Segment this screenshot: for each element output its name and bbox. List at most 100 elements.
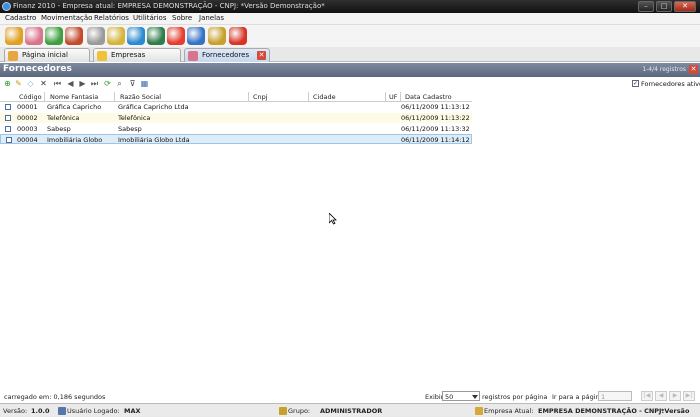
next-icon[interactable]: ▶ (78, 79, 87, 88)
delete-icon[interactable]: ✕ (39, 79, 48, 88)
goto-page-value: 1 (601, 393, 606, 401)
coins-icon[interactable] (5, 27, 23, 45)
pen-icon[interactable] (87, 27, 105, 45)
export-icon[interactable]: ▦ (140, 79, 149, 88)
goto-label: Ir para a página (552, 393, 604, 401)
pie-chart-icon[interactable] (167, 27, 185, 45)
menu-utilitarios[interactable]: Utilitários (133, 14, 167, 22)
people-icon (188, 51, 198, 61)
row-checkbox[interactable] (5, 104, 11, 110)
menu-bar: Cadastro Movimentação Relatórios Utilitá… (0, 13, 700, 25)
window-title: Finanz 2010 - Empresa atual: EMPRESA DEM… (13, 2, 325, 10)
edit-icon[interactable]: ✎ (14, 79, 23, 88)
globe-arrows-icon[interactable] (45, 27, 63, 45)
cell-codigo: 00004 (17, 136, 38, 144)
next-page-button[interactable]: ▶ (669, 391, 681, 401)
table-row[interactable]: 00001 Gráfica Capricho Gráfica Capricho … (0, 102, 472, 112)
tab-strip: Página inicial Empresas Fornecedores ✕ (0, 47, 700, 62)
window-titlebar: Finanz 2010 - Empresa atual: EMPRESA DEM… (0, 0, 700, 13)
checkbox-icon[interactable]: ✓ (632, 80, 639, 87)
user-value: MAX (124, 407, 141, 415)
chevron-down-icon (472, 395, 478, 399)
user-icon (58, 407, 66, 415)
erase-icon[interactable]: ◇ (26, 79, 35, 88)
first-icon[interactable]: ⏮ (53, 79, 62, 88)
filter-icon[interactable]: ⊽ (128, 79, 137, 88)
refresh-money-icon[interactable] (127, 27, 145, 45)
tab-fornecedores[interactable]: Fornecedores ✕ (184, 48, 270, 62)
table-row-selected[interactable]: 00004 Imobiliária Globo Imobiliária Glob… (0, 134, 472, 144)
col-nome-fantasia[interactable]: Nome Fantasia (50, 93, 98, 101)
company-suffix: *Versão (661, 407, 690, 415)
row-checkbox[interactable] (5, 115, 11, 121)
load-time: carregado em: 0,186 segundos (4, 393, 106, 401)
per-page-value: 50 (445, 393, 454, 401)
prev-icon[interactable]: ◀ (66, 79, 75, 88)
cash-icon[interactable] (65, 27, 83, 45)
row-checkbox[interactable] (6, 137, 12, 143)
group-icon (279, 407, 287, 415)
col-uf[interactable]: UF (389, 93, 398, 101)
add-icon[interactable]: ⊕ (3, 79, 12, 88)
user-label: Usuário Logado: (67, 407, 120, 415)
close-window-button[interactable]: ✕ (674, 1, 696, 12)
table-row[interactable]: 00003 Sabesp Sabesp 06/11/2009 11:13:32 (0, 124, 472, 134)
col-razao-social[interactable]: Razão Social (120, 93, 161, 101)
table-header: Código Nome Fantasia Razão Social Cnpj C… (0, 92, 472, 102)
invoice-icon[interactable] (147, 27, 165, 45)
last-icon[interactable]: ⏭ (90, 79, 99, 88)
minimize-button[interactable]: – (638, 1, 654, 12)
per-page-select[interactable]: 50 (442, 391, 480, 401)
floppy-disk-icon[interactable] (187, 27, 205, 45)
search-icon[interactable]: ⌕ (115, 79, 124, 88)
col-cnpj[interactable]: Cnpj (253, 93, 268, 101)
close-tab-button[interactable]: ✕ (257, 51, 266, 60)
col-codigo[interactable]: Código (19, 93, 42, 101)
tab-pagina-inicial[interactable]: Página inicial (4, 48, 90, 62)
tab-label: Empresas (111, 51, 146, 59)
cell-razao: Telefônica (118, 114, 151, 122)
last-page-button[interactable]: ▶| (683, 391, 695, 401)
tab-empresas[interactable]: Empresas (93, 48, 181, 62)
goto-page-input[interactable]: 1 (598, 391, 632, 401)
cell-razao: Gráfica Capricho Ltda (118, 103, 189, 111)
cell-data: 06/11/2009 11:13:22 (401, 114, 470, 122)
money-bill-icon[interactable] (107, 27, 125, 45)
refresh-icon[interactable]: ⟳ (103, 79, 112, 88)
menu-sobre[interactable]: Sobre (172, 14, 192, 22)
cell-codigo: 00002 (17, 114, 38, 122)
menu-cadastro[interactable]: Cadastro (5, 14, 36, 22)
row-checkbox[interactable] (5, 126, 11, 132)
cell-fantasia: Gráfica Capricho (47, 103, 102, 111)
mouse-cursor-icon (329, 213, 337, 225)
keys-icon[interactable] (208, 27, 226, 45)
cell-razao: Imobiliária Globo Ltda (118, 136, 190, 144)
prev-page-button[interactable]: ◀ (655, 391, 667, 401)
version-label: Versão: (3, 407, 28, 415)
status-bar: Versão: 1.0.0 Usuário Logado: MAX Grupo:… (0, 403, 700, 417)
menu-relatorios[interactable]: Relatórios (94, 14, 129, 22)
tab-label: Fornecedores (202, 51, 250, 59)
home-icon (8, 51, 18, 61)
company-label: Empresa Atual: (484, 407, 534, 415)
star-icon (97, 51, 107, 61)
power-icon[interactable] (229, 27, 247, 45)
first-page-button[interactable]: |◀ (641, 391, 653, 401)
grid-toolbar: ⊕ ✎ ◇ ✕ ⏮ ◀ ▶ ⏭ ⟳ ⌕ ⊽ ▦ (0, 77, 700, 90)
group-label: Grupo: (288, 407, 311, 415)
table-row[interactable]: 00002 Telefônica Telefônica 06/11/2009 1… (0, 113, 472, 123)
cell-codigo: 00001 (17, 103, 38, 111)
col-cidade[interactable]: Cidade (313, 93, 336, 101)
grid-footer: carregado em: 0,186 segundos Exibir 50 r… (0, 390, 700, 402)
col-data-cadastro[interactable]: Data Cadastro (405, 93, 452, 101)
close-panel-button[interactable]: ✕ (689, 65, 698, 74)
people-icon[interactable] (25, 27, 43, 45)
panel-title: Fornecedores (3, 64, 72, 74)
menu-janelas[interactable]: Janelas (199, 14, 224, 22)
menu-movimentacao[interactable]: Movimentação (41, 14, 92, 22)
company-icon (475, 407, 483, 415)
version-value: 1.0.0 (31, 407, 50, 415)
tab-label: Página inicial (22, 51, 68, 59)
maximize-button[interactable]: □ (656, 1, 672, 12)
exibir-label: Exibir (425, 393, 444, 401)
